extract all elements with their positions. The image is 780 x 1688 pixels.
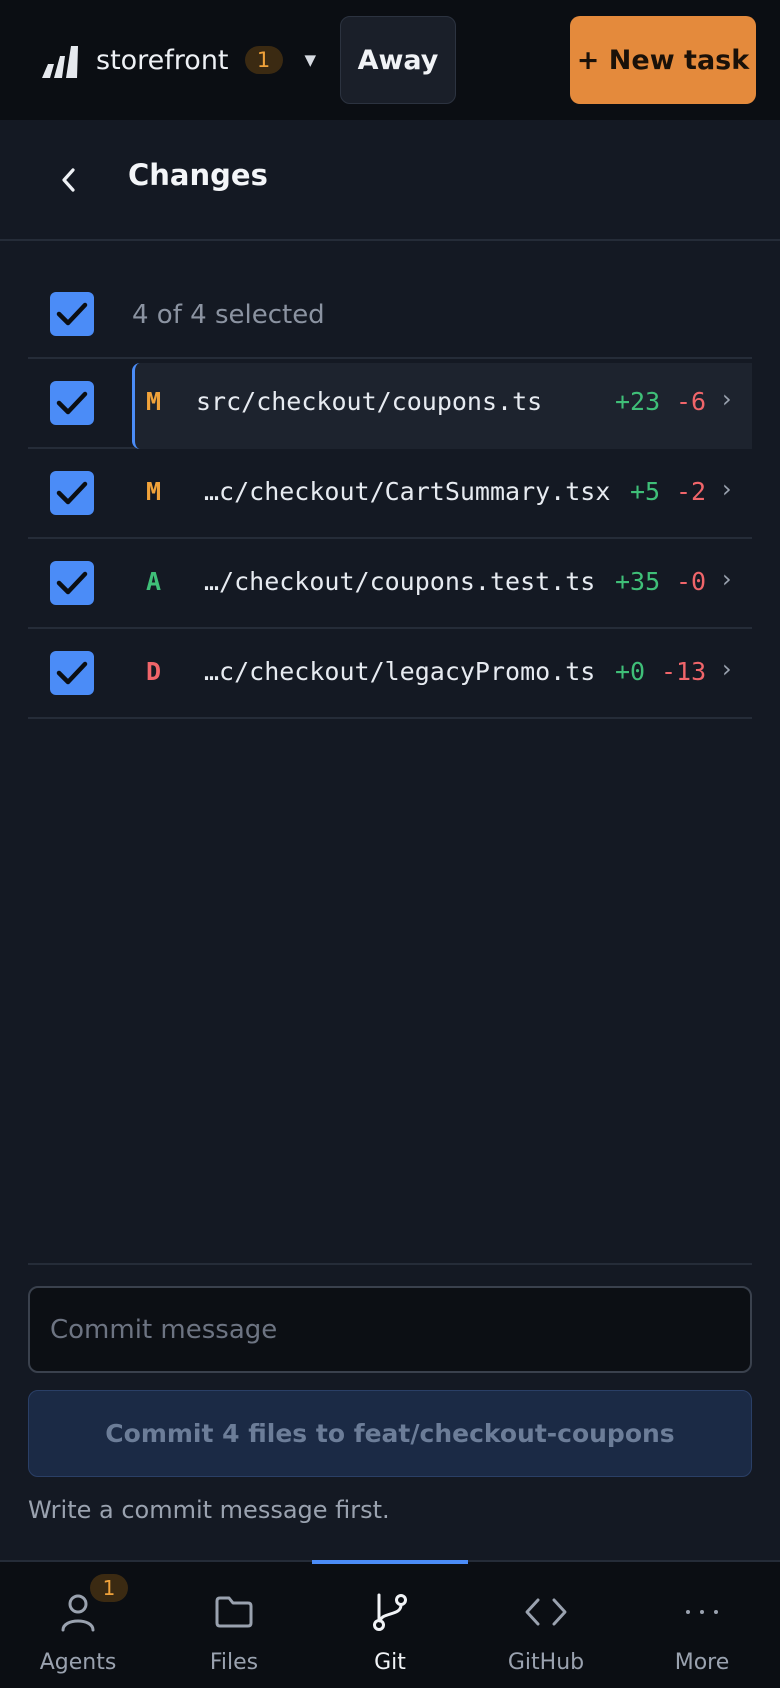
nav-label: More xyxy=(674,1650,730,1675)
page-title: Changes xyxy=(128,158,268,192)
checkmark-icon xyxy=(56,481,88,505)
nav-label: Agents xyxy=(39,1650,117,1675)
nav-label: Git xyxy=(374,1650,406,1675)
file-status-deleted: D xyxy=(146,657,162,686)
project-name: storefront xyxy=(96,44,229,76)
file-status-modified: M xyxy=(146,387,162,416)
file-additions: +5 xyxy=(630,477,661,506)
chevron-right-icon: › xyxy=(722,475,732,503)
chevron-right-icon: › xyxy=(722,565,732,593)
file-status-added: A xyxy=(146,567,162,596)
commit-hint: Write a commit message first. xyxy=(28,1496,390,1524)
file-checkbox[interactable] xyxy=(50,651,94,695)
selection-count-label: 4 of 4 selected xyxy=(132,300,325,330)
file-deletions: -2 xyxy=(676,477,707,506)
file-checkbox[interactable] xyxy=(50,471,94,515)
project-selector[interactable]: storefront 1 ▼ xyxy=(96,40,316,80)
agents-count-badge: 1 xyxy=(90,1574,128,1602)
file-additions: +35 xyxy=(615,567,661,596)
chevron-down-icon: ▼ xyxy=(304,51,317,69)
top-bar: storefront 1 ▼ Away + New task xyxy=(0,0,780,120)
file-additions: +0 xyxy=(615,657,646,686)
signal-bars-logo-icon xyxy=(42,46,78,78)
folder-icon xyxy=(212,1590,256,1634)
nav-github[interactable]: GitHub xyxy=(468,1562,624,1688)
nav-agents[interactable]: 1 Agents xyxy=(0,1562,156,1688)
file-path: src/checkout/coupons.ts xyxy=(196,387,543,416)
file-row[interactable]: D …c/checkout/legacyPromo.ts +0 -13 › xyxy=(28,629,752,719)
changes-header: Changes xyxy=(0,120,780,241)
nav-label: GitHub xyxy=(507,1650,585,1675)
file-row[interactable]: M …c/checkout/CartSummary.tsx +5 -2 › xyxy=(28,449,752,539)
file-checkbox[interactable] xyxy=(50,561,94,605)
checkmark-icon xyxy=(56,391,88,415)
checkmark-icon xyxy=(56,661,88,685)
nav-more[interactable]: More xyxy=(624,1562,780,1688)
code-brackets-icon xyxy=(524,1590,568,1634)
divider xyxy=(28,1263,752,1265)
checkmark-icon xyxy=(56,302,88,326)
select-all-checkbox[interactable] xyxy=(50,292,94,336)
checkmark-icon xyxy=(56,571,88,595)
project-count-badge: 1 xyxy=(244,46,283,74)
select-all-row: 4 of 4 selected xyxy=(28,270,752,359)
away-status-button[interactable]: Away xyxy=(340,16,456,104)
commit-button[interactable]: Commit 4 files to feat/checkout-coupons xyxy=(28,1390,752,1477)
nav-git[interactable]: Git xyxy=(312,1560,468,1688)
nav-files[interactable]: Files xyxy=(156,1562,312,1688)
file-path: …/checkout/coupons.test.ts xyxy=(204,567,596,596)
chevron-right-icon: › xyxy=(722,655,732,683)
file-row[interactable]: A …/checkout/coupons.test.ts +35 -0 › xyxy=(28,539,752,629)
file-deletions: -13 xyxy=(661,657,707,686)
git-branch-icon xyxy=(368,1590,412,1634)
file-path: …c/checkout/CartSummary.tsx xyxy=(204,477,611,506)
commit-message-input[interactable] xyxy=(28,1286,752,1373)
chevron-left-icon xyxy=(62,168,75,192)
chevron-right-icon: › xyxy=(722,385,732,413)
back-button[interactable] xyxy=(46,150,90,210)
file-checkbox[interactable] xyxy=(50,381,94,425)
file-row[interactable]: M src/checkout/coupons.ts +23 -6 › xyxy=(28,359,752,449)
file-deletions: -0 xyxy=(676,567,707,596)
file-status-modified: M xyxy=(146,477,162,506)
bottom-navigation: 1 Agents Files Git GitHub More xyxy=(0,1560,780,1688)
new-task-button[interactable]: + New task xyxy=(570,16,756,104)
file-path: …c/checkout/legacyPromo.ts xyxy=(204,657,596,686)
file-deletions: -6 xyxy=(676,387,707,416)
nav-label: Files xyxy=(209,1650,259,1675)
more-dots-icon xyxy=(680,1590,724,1634)
file-additions: +23 xyxy=(615,387,661,416)
